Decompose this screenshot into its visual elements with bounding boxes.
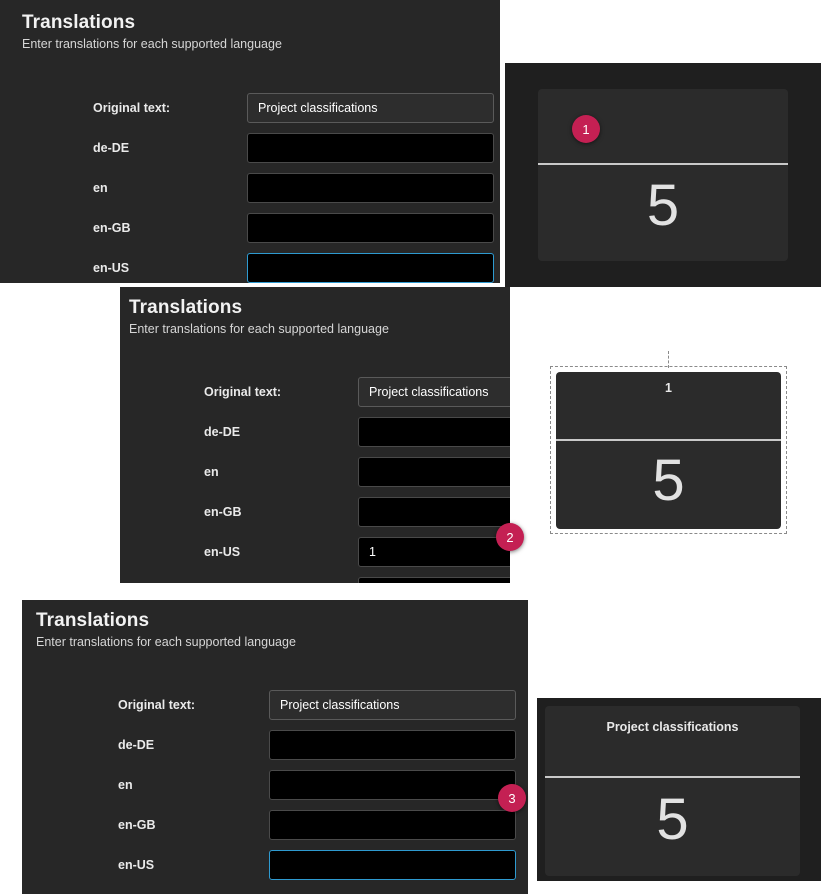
tile-divider: [538, 163, 788, 165]
form-row: en-US: [0, 253, 500, 283]
page-title: Translations: [22, 12, 136, 33]
field-input-en-GB[interactable]: [358, 497, 510, 527]
step-badge-2: 2: [496, 523, 524, 551]
field-input-original-text[interactable]: [247, 93, 494, 123]
field-input-en[interactable]: [269, 770, 516, 800]
dialog-header: Translations Enter translations for each…: [36, 610, 296, 649]
dialog-header: Translations Enter translations for each…: [22, 12, 282, 51]
step-badge-3: 3: [498, 784, 526, 812]
form-row: de-DE: [22, 730, 528, 760]
field-label-en-GB: en-GB: [118, 818, 156, 832]
form-row: en: [0, 173, 500, 203]
form-row: Original text:: [120, 377, 510, 407]
page-title: Translations: [129, 297, 243, 318]
translations-form: Original text: de-DE en en-GB en-US: [22, 690, 528, 894]
form-row: en: [22, 770, 528, 800]
tile-header-text: 1: [665, 381, 672, 395]
translations-dialog-step-3: Translations Enter translations for each…: [22, 600, 528, 894]
dialog-subtitle: Enter translations for each supported la…: [129, 322, 389, 336]
translations-form: Original text: de-DE en en-GB en-US: [0, 93, 500, 283]
field-input-original-text[interactable]: [269, 690, 516, 720]
tile-divider: [545, 776, 800, 778]
field-label-en-US: en-US: [93, 261, 130, 275]
field-input-en[interactable]: [247, 173, 494, 203]
kpi-tile-selected[interactable]: 1 5: [556, 372, 781, 529]
form-row-clipped: [120, 577, 510, 583]
step-badge-1: 1: [572, 115, 600, 143]
step-badge-label: 3: [508, 790, 516, 806]
form-row: en-US: [120, 537, 510, 567]
dialog-subtitle: Enter translations for each supported la…: [36, 635, 296, 649]
form-row: en-GB: [0, 213, 500, 243]
field-input-original-text[interactable]: [358, 377, 510, 407]
tile-stage-step-3: Project classifications 5: [537, 698, 821, 881]
form-row: de-DE: [120, 417, 510, 447]
tile-value: 5: [656, 787, 689, 852]
form-row: de-DE: [0, 133, 500, 163]
field-label-original-text: Original text:: [118, 698, 196, 712]
form-row: Original text:: [22, 690, 528, 720]
dialog-header: Translations Enter translations for each…: [129, 297, 389, 336]
kpi-tile[interactable]: 5: [538, 89, 788, 261]
translations-form: Original text: de-DE en en-GB en-US: [120, 377, 510, 583]
field-label-en: en: [118, 778, 133, 792]
form-row: en-GB: [120, 497, 510, 527]
tile-header-text: Project classifications: [606, 720, 739, 734]
field-label-en-GB: en-GB: [204, 505, 242, 519]
kpi-tile-titled[interactable]: Project classifications 5: [545, 706, 800, 876]
form-row: Original text:: [0, 93, 500, 123]
tile-stage-step-1: 5: [505, 63, 821, 287]
form-row: en: [120, 457, 510, 487]
translations-dialog-step-2: Translations Enter translations for each…: [120, 287, 510, 583]
field-input-de-DE[interactable]: [358, 417, 510, 447]
field-label-de-DE: de-DE: [118, 738, 155, 752]
field-label-original-text: Original text:: [204, 385, 282, 399]
field-input-en[interactable]: [358, 457, 510, 487]
tile-value: 5: [652, 448, 685, 513]
field-label-en-US: en-US: [204, 545, 241, 559]
step-badge-label: 1: [582, 121, 590, 137]
field-label-de-DE: de-DE: [93, 141, 130, 155]
field-input-en-US[interactable]: [269, 850, 516, 880]
form-row: en-GB: [22, 810, 528, 840]
field-input-next-locale[interactable]: [358, 577, 510, 583]
field-input-en-GB[interactable]: [269, 810, 516, 840]
form-row: en-US: [22, 850, 528, 880]
field-input-de-DE[interactable]: [247, 133, 494, 163]
field-label-en: en: [204, 465, 219, 479]
field-input-en-US[interactable]: [358, 537, 510, 567]
field-input-en-GB[interactable]: [247, 213, 494, 243]
field-label-original-text: Original text:: [93, 101, 171, 115]
translations-dialog-step-1: Translations Enter translations for each…: [0, 0, 500, 283]
tile-divider: [556, 439, 781, 441]
step-badge-label: 2: [506, 529, 514, 545]
dialog-subtitle: Enter translations for each supported la…: [22, 37, 282, 51]
tile-header: 1: [556, 372, 781, 447]
field-label-en-GB: en-GB: [93, 221, 131, 235]
page-title: Translations: [36, 610, 150, 631]
field-label-en: en: [93, 181, 108, 195]
field-label-de-DE: de-DE: [204, 425, 241, 439]
tile-value: 5: [646, 173, 680, 238]
field-label-en-US: en-US: [118, 858, 155, 872]
field-input-en-US[interactable]: [247, 253, 494, 283]
field-input-de-DE[interactable]: [269, 730, 516, 760]
